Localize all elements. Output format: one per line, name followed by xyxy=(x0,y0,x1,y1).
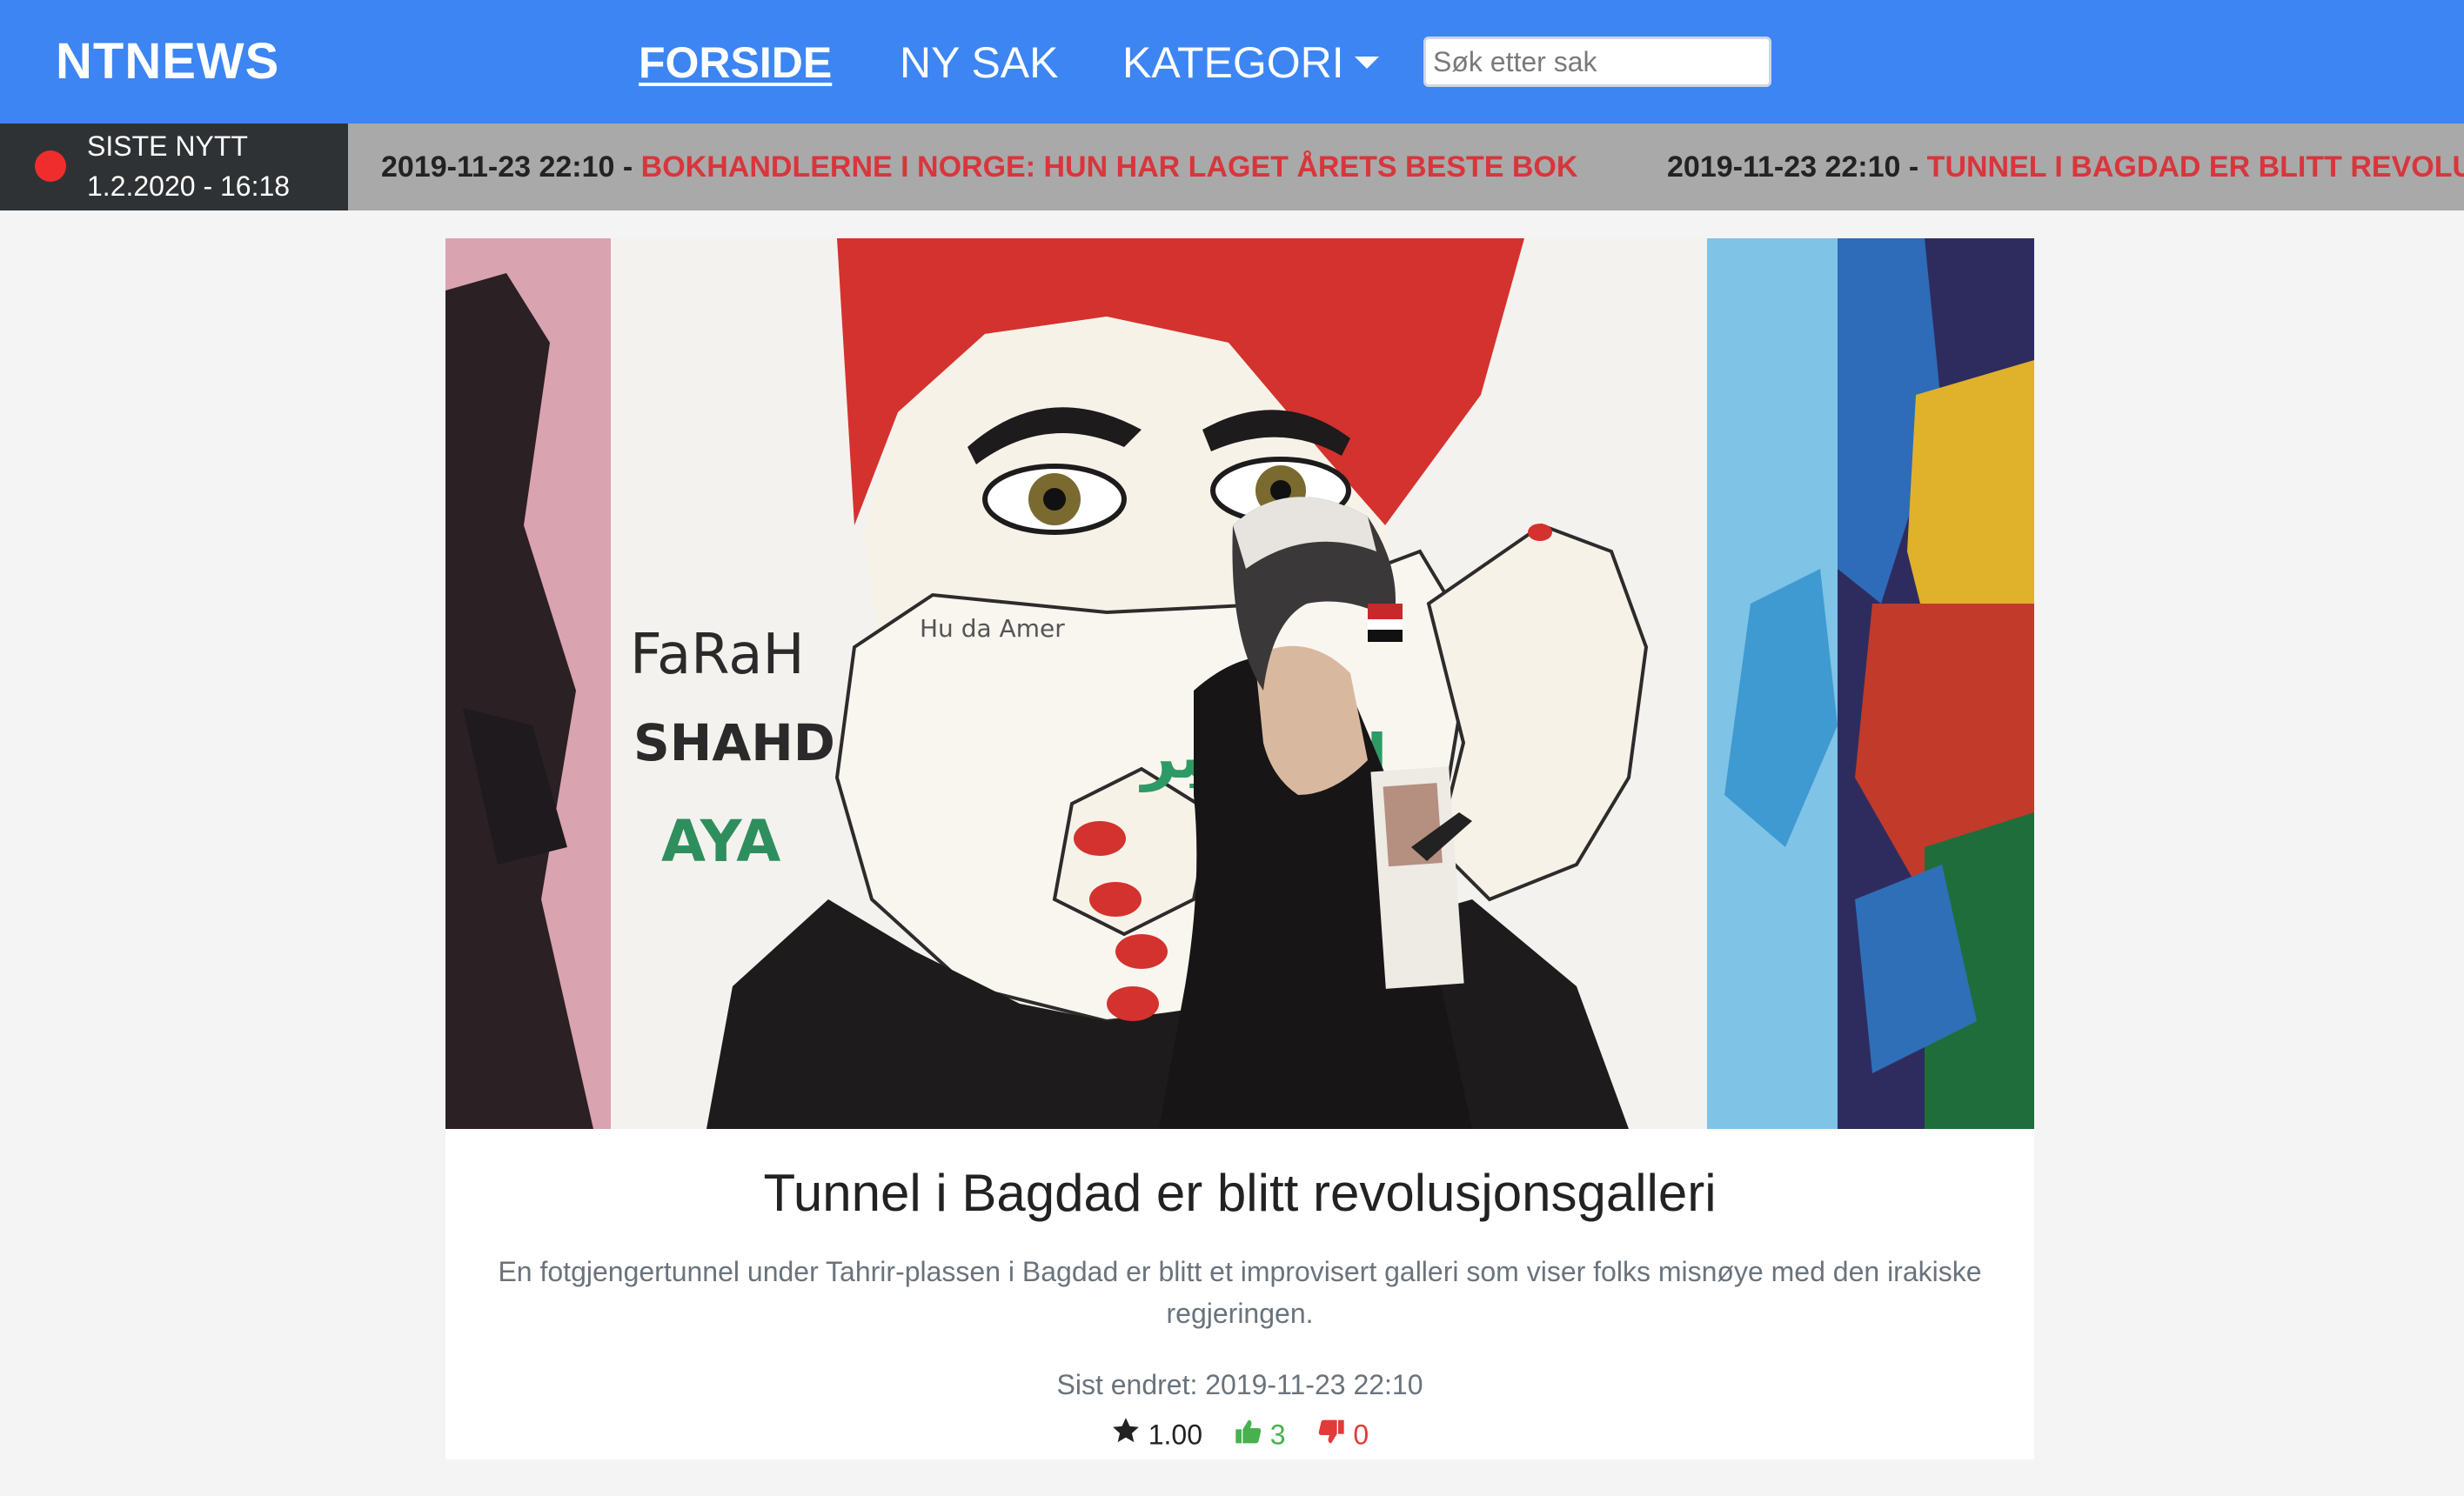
ticker-item[interactable]: 2019-11-23 22:10 - TUNNEL I BAGDAD ER BL… xyxy=(1667,148,2464,186)
rating-value: 1.00 xyxy=(1148,1419,1202,1451)
ticker-headline[interactable]: BOKHANDLERNE I NORGE: HUN HAR LAGET ÅRET… xyxy=(641,150,1578,184)
article-modified: Sist endret: 2019-11-23 22:10 xyxy=(1056,1369,1423,1400)
upvote-button[interactable]: 3 xyxy=(1235,1413,1286,1454)
thumbs-down-icon xyxy=(1319,1419,1345,1444)
ticker-timestamp: 2019-11-23 22:10 xyxy=(381,150,615,184)
ticker-separator: - xyxy=(614,150,641,184)
ticker-headline[interactable]: TUNNEL I BAGDAD ER BLITT REVOLUSJONSGALL… xyxy=(1927,150,2464,184)
nav-kategori-dropdown[interactable]: KATEGORI xyxy=(1122,35,1379,90)
news-ticker: SISTE NYTT 1.2.2020 - 16:18 2019-11-23 2… xyxy=(0,124,2464,210)
downvote-button[interactable]: 0 xyxy=(1317,1413,1369,1454)
article-card[interactable]: الله أكبر FaRaH SHAHD AYA Hu da Amer xyxy=(445,238,2034,1459)
navbar: NTNEWS FORSIDE NY SAK KATEGORI xyxy=(0,0,2464,124)
mural-name-aya: AYA xyxy=(661,808,780,875)
chevron-down-icon xyxy=(1354,57,1379,69)
article-stats: 1.00 3 0 xyxy=(445,1413,2034,1454)
ticker-timestamp: 2019-11-23 22:10 xyxy=(1667,150,1901,184)
article-lede: En fotgjengertunnel under Tahrir-plassen… xyxy=(498,1256,1982,1329)
ticker-item[interactable]: 2019-11-23 22:10 - BOKHANDLERNE I NORGE:… xyxy=(381,148,1577,186)
ticker-badge: SISTE NYTT 1.2.2020 - 16:18 xyxy=(0,124,348,210)
nav-ny-sak[interactable]: NY SAK xyxy=(900,35,1059,90)
nav-forside[interactable]: FORSIDE xyxy=(639,35,832,90)
upvote-count: 3 xyxy=(1269,1419,1286,1451)
downvote-count: 0 xyxy=(1353,1419,1369,1451)
star-icon xyxy=(1112,1418,1139,1443)
brand-logo[interactable]: NTNEWS xyxy=(56,31,279,92)
mural-photo: الله أكبر FaRaH SHAHD AYA Hu da Amer xyxy=(445,238,2034,1129)
article-image[interactable]: الله أكبر FaRaH SHAHD AYA Hu da Amer xyxy=(445,238,2034,1129)
mural-name-shahd: SHAHD xyxy=(633,713,835,772)
ticker-time: 1.2.2020 - 16:18 xyxy=(87,170,291,202)
nav-kategori-label: KATEGORI xyxy=(1122,38,1344,87)
mural-name-farah: FaRaH xyxy=(630,623,805,687)
thumbs-up-icon xyxy=(1235,1419,1262,1444)
ticker-separator: - xyxy=(1900,150,1927,184)
ticker-label: SISTE NYTT xyxy=(87,130,248,162)
article-title[interactable]: Tunnel i Bagdad er blitt revolusjonsgall… xyxy=(445,1159,2034,1228)
rating-stat: 1.00 xyxy=(1111,1413,1202,1454)
live-dot-icon xyxy=(35,150,66,182)
mural-signature: Hu da Amer xyxy=(920,614,1065,643)
search-input[interactable] xyxy=(1423,37,1771,87)
